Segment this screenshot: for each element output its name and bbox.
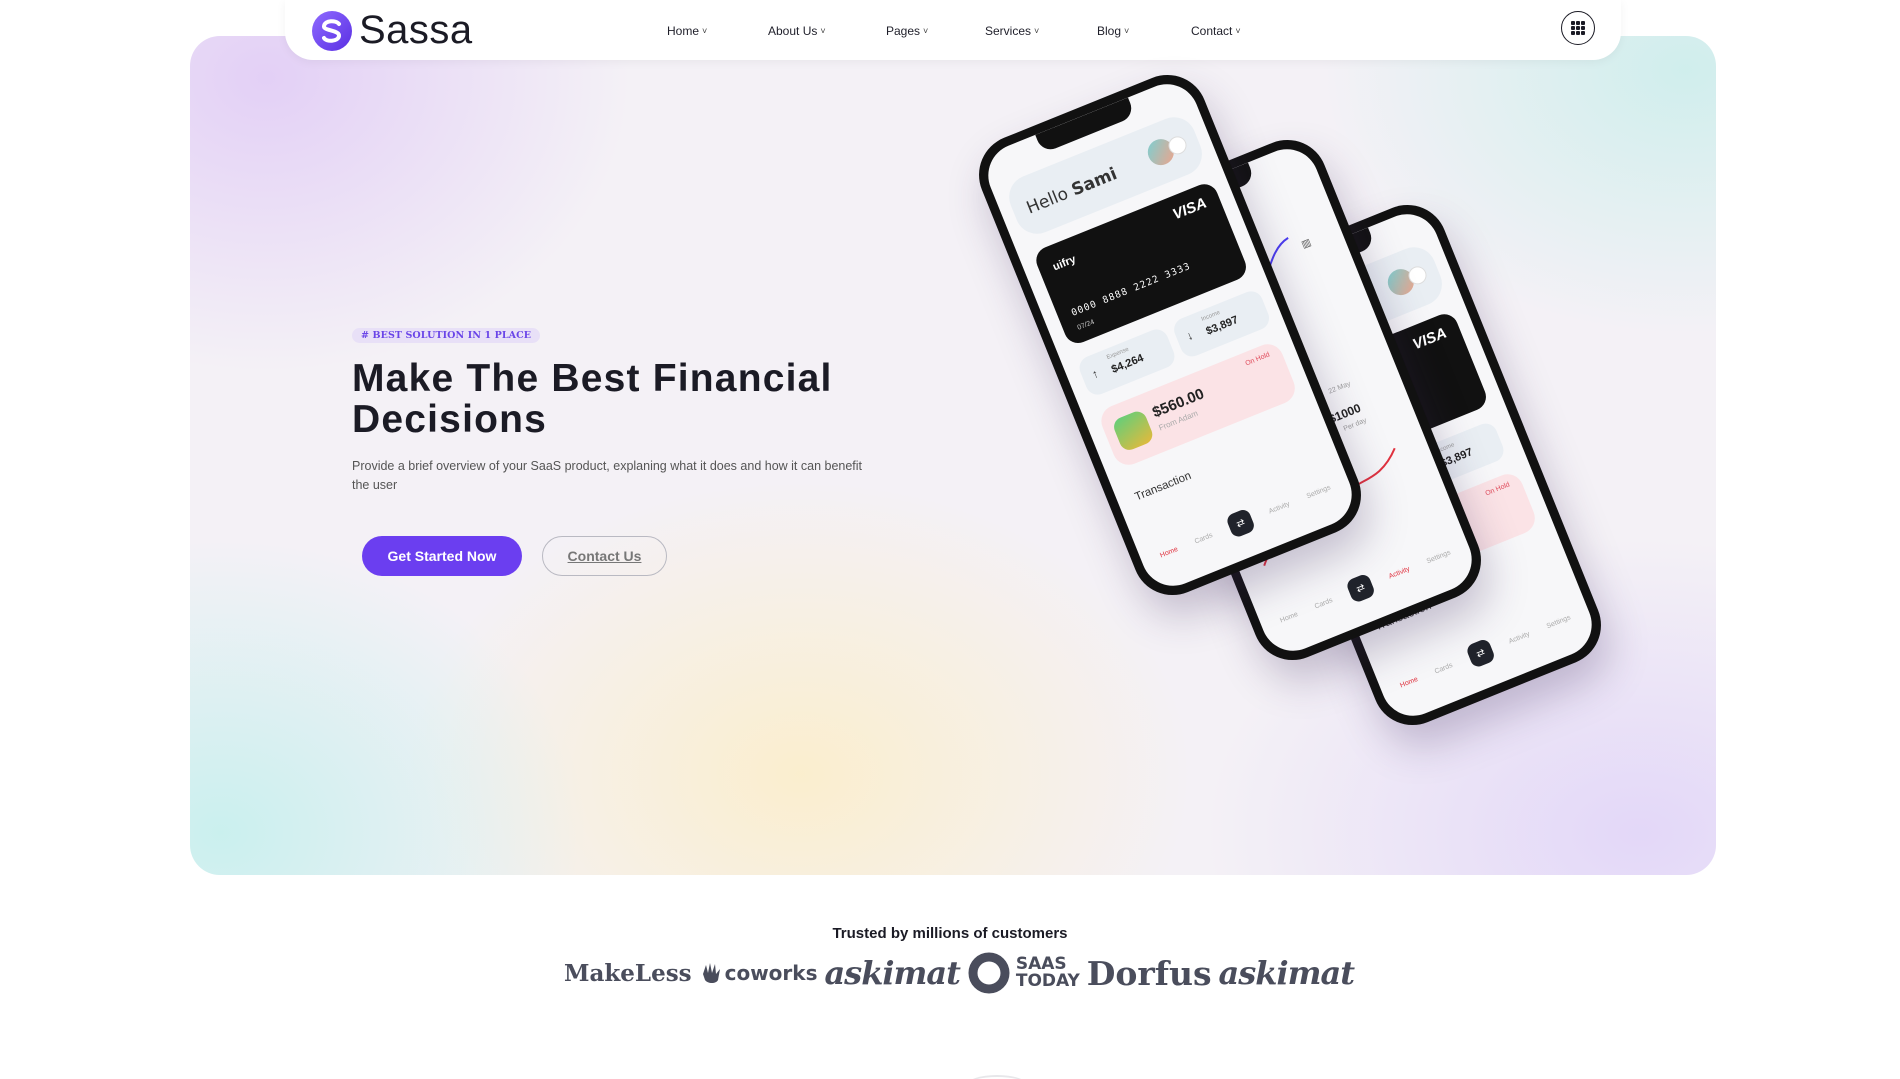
sassa-logo-icon (312, 10, 352, 51)
tab-home: Home (1278, 610, 1299, 624)
chevron-down-icon: ˅ (1235, 26, 1241, 36)
chevron-down-icon: ˅ (923, 26, 929, 36)
svg-text:▥: ▥ (1300, 237, 1313, 251)
logo-askimat: askimat (824, 954, 960, 992)
transfer-icon: ⇄ (1344, 572, 1377, 604)
nav-pages[interactable]: Pages ˅ (886, 24, 985, 38)
contact-us-button[interactable]: Contact Us (542, 536, 667, 576)
transfer-icon: ⇄ (1464, 637, 1497, 669)
chevron-down-icon: ˅ (702, 26, 708, 36)
card-number: 0000 8888 2222 3333 (1069, 260, 1193, 319)
greeting-text: Hello Sami (1023, 164, 1121, 219)
tab-cards: Cards (1193, 531, 1214, 545)
nav-pages-label: Pages (886, 24, 921, 38)
phone-mockups: VISA ↓ Income $3,897 On Hold Transaction… (966, 62, 1630, 770)
transaction-heading: Transaction (1133, 469, 1194, 504)
grid-menu-icon (1571, 21, 1585, 35)
nav-blog[interactable]: Blog ˅ (1097, 24, 1191, 38)
payer-photo (1111, 408, 1156, 453)
nav-home-label: Home (667, 24, 700, 38)
partner-logos: MakeLess coworks askimat SAAS TODAY Dorf… (564, 948, 1355, 998)
chart-date: 22 May (1327, 380, 1352, 396)
nav-about-us-label: About Us (768, 24, 818, 38)
brand-logo[interactable]: Sassa (311, 8, 473, 53)
arrow-up-icon: ↑ (1089, 366, 1101, 382)
tab-activity: Activity (1507, 630, 1531, 646)
hero-badge: # BEST SOLUTION IN 1 PLACE (352, 328, 541, 343)
hero-subtext: Provide a brief overview of your SaaS pr… (352, 459, 863, 492)
tab-settings: Settings (1305, 483, 1332, 500)
scroll-indicator (967, 1075, 1027, 1079)
brand-name: Sassa (359, 8, 473, 52)
tab-activity: Activity (1267, 500, 1291, 516)
nav-services-label: Services (985, 24, 1032, 38)
chevron-down-icon: ˅ (1124, 26, 1130, 36)
nav-services[interactable]: Services ˅ (985, 24, 1097, 38)
nav-home[interactable]: Home ˅ (667, 24, 768, 38)
get-started-button[interactable]: Get Started Now (362, 536, 522, 576)
logo-dorfus: Dorfus (1086, 953, 1212, 993)
logo-coworks: coworks (699, 960, 817, 986)
tab-activity: Activity (1387, 565, 1411, 581)
card-expiry: 07/24 (1076, 318, 1096, 332)
nav-contact[interactable]: Contact ˅ (1191, 24, 1241, 38)
tab-home: Home (1158, 545, 1179, 559)
tab-cards: Cards (1433, 661, 1454, 675)
logo-makeless: MakeLess (564, 959, 692, 987)
chevron-down-icon: ˅ (820, 26, 826, 36)
nav-about-us[interactable]: About Us ˅ (768, 24, 886, 38)
visa-label: VISA (1410, 324, 1450, 354)
navbar: Sassa Home ˅ About Us ˅ Pages ˅ Services… (285, 0, 1621, 60)
main-nav: Home ˅ About Us ˅ Pages ˅ Services ˅ Blo… (667, 24, 1241, 38)
payment-status: On Hold (1244, 351, 1271, 368)
hero-headline: Make The Best Financial Decisions (352, 357, 833, 441)
visa-label: VISA (1170, 194, 1210, 224)
tab-cards: Cards (1313, 596, 1334, 610)
chevron-down-icon: ˅ (1034, 26, 1040, 36)
transfer-icon: ⇄ (1224, 507, 1257, 539)
arrow-down-icon: ↓ (1184, 328, 1196, 344)
tab-settings: Settings (1545, 613, 1572, 630)
grid-menu-button[interactable] (1561, 11, 1595, 45)
hand-icon (702, 963, 720, 983)
logo-saas-today: SAAS TODAY (967, 951, 1080, 995)
logo-askimat-2: askimat (1218, 954, 1355, 992)
tab-home: Home (1398, 675, 1419, 689)
tab-settings: Settings (1425, 548, 1452, 565)
ring-icon (968, 952, 1010, 994)
card-brand: uifry (1051, 253, 1078, 274)
nav-blog-label: Blog (1097, 24, 1122, 38)
trusted-title: Trusted by millions of customers (832, 925, 1068, 942)
nav-contact-label: Contact (1191, 24, 1233, 38)
